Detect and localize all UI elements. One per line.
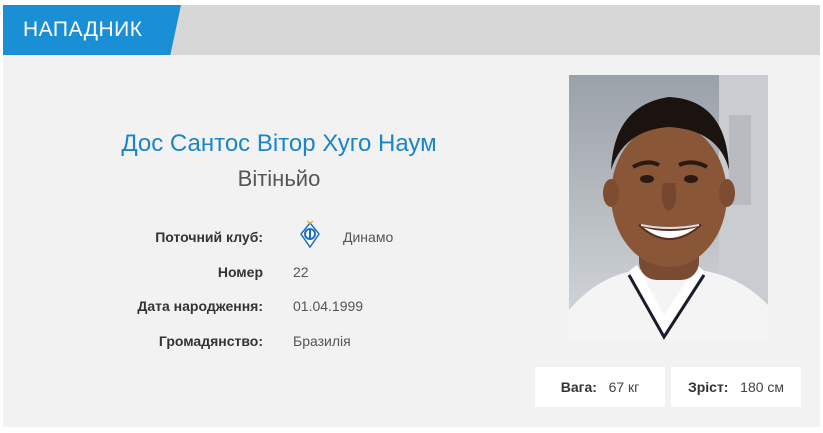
card-header: НАПАДНИК <box>3 5 820 55</box>
weight-box: Вага: 67 кг <box>535 367 665 407</box>
player-nickname: Вітіньйо <box>237 166 321 191</box>
birth-date-label: Дата народження: <box>137 298 263 314</box>
info-row-citizenship: Громадянство: Бразилія <box>3 333 483 353</box>
number-label: Номер <box>217 264 263 280</box>
citizenship-value: Бразилія <box>293 333 351 349</box>
player-photo <box>569 75 768 342</box>
number-value: 22 <box>293 264 309 280</box>
height-box: Зріст: 180 см <box>671 367 801 407</box>
player-card: НАПАДНИК Дос Сантос Вітор Хуго Наум Віті… <box>3 5 820 427</box>
player-name: Дос Сантос Вітор Хуго Наум <box>121 130 437 157</box>
weight-label: Вага: <box>560 379 597 395</box>
birth-date-value: 01.04.1999 <box>293 298 364 314</box>
weight-value: 67 кг <box>608 379 640 395</box>
dynamo-kyiv-logo-icon[interactable] <box>299 219 321 249</box>
info-row-birth-date: Дата народження: 01.04.1999 <box>3 298 483 318</box>
club-label: Поточний клуб: <box>155 229 263 245</box>
height-label: Зріст: <box>687 379 729 395</box>
info-row-club: Поточний клуб: Динамо <box>3 220 483 249</box>
citizenship-label: Громадянство: <box>158 333 263 349</box>
position-tab: НАПАДНИК <box>3 5 181 55</box>
height-value: 180 см <box>740 379 785 395</box>
club-name[interactable]: Динамо <box>343 229 393 245</box>
info-row-number: Номер 22 <box>3 264 483 284</box>
